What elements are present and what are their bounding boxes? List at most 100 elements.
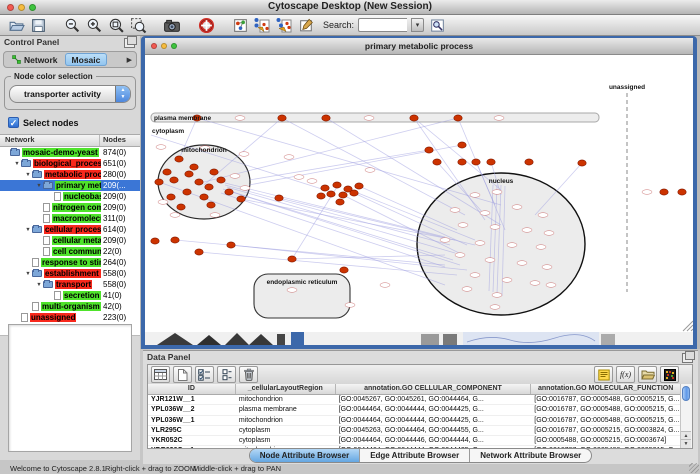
network-node[interactable] <box>458 159 466 165</box>
network-node[interactable] <box>472 159 480 165</box>
zoom-selected-region-icon[interactable] <box>129 16 147 34</box>
network-node[interactable] <box>237 196 245 202</box>
network-node[interactable] <box>433 159 441 165</box>
scrollbar-thumb[interactable] <box>682 386 690 401</box>
frame-minimize-button[interactable] <box>161 43 167 49</box>
float-panel-icon[interactable] <box>124 38 135 48</box>
network-node[interactable] <box>275 195 283 201</box>
matrix-view-icon[interactable] <box>660 366 679 383</box>
table-scrollbar[interactable]: ▲ ▼ <box>680 384 692 448</box>
function-builder-icon[interactable]: f(x) <box>616 366 635 383</box>
network-node[interactable] <box>151 238 159 244</box>
network-node[interactable] <box>227 242 235 248</box>
manage-networks-icon[interactable] <box>231 16 249 34</box>
network-node[interactable] <box>322 115 330 121</box>
network-node[interactable] <box>340 267 348 273</box>
tree-row[interactable]: ▼biological_process651(0) <box>0 158 140 169</box>
attribute-notes-icon[interactable] <box>594 366 613 383</box>
network-node[interactable] <box>350 190 358 196</box>
network-node[interactable] <box>200 194 208 200</box>
network-node[interactable] <box>171 237 179 243</box>
network-node[interactable] <box>170 177 178 183</box>
column-header[interactable]: ID <box>148 384 236 394</box>
network-node[interactable] <box>205 184 213 190</box>
tree-row[interactable]: secretion41(0) <box>0 290 140 301</box>
table-row[interactable]: YPL036W__2plasma membrane[GO:0044464, GO… <box>148 405 681 415</box>
tree-row[interactable]: cellular metabo209(0) <box>0 235 140 246</box>
tree-row[interactable]: nucleobase-209(0) <box>0 191 140 202</box>
frame-close-button[interactable] <box>151 43 157 49</box>
network-node[interactable] <box>167 194 175 200</box>
network-node[interactable] <box>336 199 344 205</box>
tree-row[interactable]: nitrogen compo209(0) <box>0 202 140 213</box>
tree-row[interactable]: macromolecule311(0) <box>0 213 140 224</box>
network-node[interactable] <box>195 179 203 185</box>
network-node[interactable] <box>487 159 495 165</box>
expand-arrow-icon[interactable]: ▼ <box>35 183 43 189</box>
network-node[interactable] <box>660 189 668 195</box>
expand-arrow-icon[interactable]: ▼ <box>35 282 43 288</box>
tab-edge-attribute-browser[interactable]: Edge Attribute Browser <box>359 449 469 462</box>
tree-column-network[interactable]: Network <box>0 135 99 146</box>
network-node[interactable] <box>525 159 533 165</box>
tree-row[interactable]: cell communicat22(0) <box>0 246 140 257</box>
search-input[interactable] <box>358 18 407 32</box>
table-row[interactable]: YLR295Ccytoplasm[GO:0045263, GO:0044464,… <box>148 426 681 436</box>
network-node[interactable] <box>578 160 586 166</box>
tree-row[interactable]: mosaic-demo-yeast874(0) <box>0 147 140 158</box>
network-node[interactable] <box>317 193 325 199</box>
delete-attribute-icon[interactable] <box>239 366 258 383</box>
tab-node-attribute-browser[interactable]: Node Attribute Browser <box>250 449 360 462</box>
zoom-in-icon[interactable] <box>85 16 103 34</box>
minimize-button[interactable] <box>18 4 25 11</box>
tree-row[interactable]: ▼cellular process614(0) <box>0 224 140 235</box>
table-row[interactable]: YPL036W__1mitochondrion[GO:0044464, GO:0… <box>148 416 681 426</box>
open-session-icon[interactable] <box>7 16 25 34</box>
window-titlebar[interactable]: Cytoscape Desktop (New Session) <box>0 0 700 15</box>
frame-zoom-button[interactable] <box>171 43 177 49</box>
window-resize-grip[interactable] <box>689 463 699 473</box>
node-color-dropdown[interactable]: transporter activity <box>9 85 131 103</box>
tree-row[interactable]: ▼transport558(0) <box>0 279 140 290</box>
network-node[interactable] <box>183 189 191 195</box>
network-node[interactable] <box>195 249 203 255</box>
create-attribute-icon[interactable] <box>173 366 192 383</box>
column-header[interactable]: _cellularLayoutRegion <box>236 384 336 394</box>
network-canvas[interactable]: plasma membrane cytoplasm mitochondrion … <box>145 55 693 332</box>
zoom-out-icon[interactable] <box>63 16 81 34</box>
network-node[interactable] <box>185 171 193 177</box>
expand-arrow-icon[interactable]: ▼ <box>24 271 32 277</box>
enhanced-search-config-icon[interactable] <box>428 16 446 34</box>
import-attributes-icon[interactable] <box>638 366 657 383</box>
tab-mosaic[interactable]: Mosaic <box>65 53 108 66</box>
float-data-panel-icon[interactable] <box>682 353 693 363</box>
network-node[interactable] <box>225 189 233 195</box>
unselect-attributes-icon[interactable] <box>217 366 236 383</box>
network-node[interactable] <box>217 177 225 183</box>
network-node[interactable] <box>210 169 218 175</box>
tab-network[interactable]: Network <box>5 53 65 66</box>
network-node[interactable] <box>190 164 198 170</box>
network-node[interactable] <box>177 204 185 210</box>
zoom-window-button[interactable] <box>29 4 36 11</box>
network-node[interactable] <box>333 182 341 188</box>
search-dropdown-button[interactable] <box>411 18 424 32</box>
select-attributes-icon[interactable] <box>195 366 214 383</box>
network-node[interactable] <box>454 115 462 121</box>
network-node[interactable] <box>678 189 686 195</box>
tree-row[interactable]: response to stimulu264(0) <box>0 257 140 268</box>
network-node[interactable] <box>175 156 183 162</box>
tree-row[interactable]: ▼primary metabo209(... <box>0 180 140 191</box>
attribute-table-icon[interactable] <box>151 366 170 383</box>
tree-row[interactable]: ▼metabolic process280(0) <box>0 169 140 180</box>
select-first-neighbors-icon[interactable] <box>253 16 271 34</box>
network-node[interactable] <box>288 256 296 262</box>
tab-overflow-arrow-icon[interactable] <box>127 56 135 64</box>
network-node[interactable] <box>355 183 363 189</box>
network-node[interactable] <box>278 115 286 121</box>
table-row[interactable]: YJR121W__1mitochondrion[GO:0045267, GO:0… <box>148 395 681 405</box>
network-node[interactable] <box>321 185 329 191</box>
network-node[interactable] <box>339 192 347 198</box>
network-node[interactable] <box>458 142 466 148</box>
network-view-titlebar[interactable]: primary metabolic process <box>145 38 693 55</box>
